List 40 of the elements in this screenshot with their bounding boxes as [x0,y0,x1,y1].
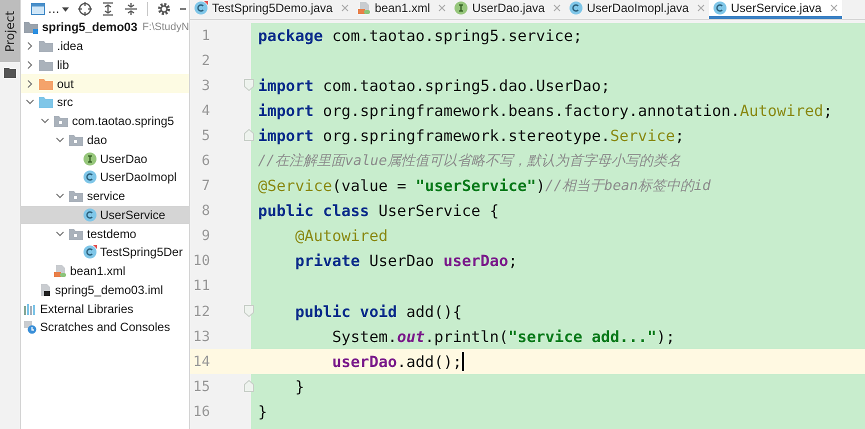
line-number: 7 [200,178,210,194]
line-number: 9 [200,228,210,244]
editor-tab[interactable]: bean1.xml [352,0,450,19]
tree-item[interactable]: bean1.xml [21,262,189,280]
tree-item[interactable]: Scratches and Consoles [21,318,189,337]
line-number: 12 [192,304,210,320]
tree-item[interactable]: src [21,93,189,112]
line-number: 8 [200,203,210,220]
view-selector[interactable]: ... [31,2,70,16]
line-number: 6 [200,153,210,170]
line-number: 10 [192,253,210,270]
line-number: 11 [192,278,210,294]
line-number: 2 [200,52,210,69]
line-number: 16 [192,404,210,420]
tree-item[interactable]: testdemo [21,224,189,243]
line-number: 1 [200,28,210,44]
tree-item[interactable]: out [21,74,189,93]
line-number: 15 [192,378,210,395]
line-number: 14 [192,354,210,370]
line-number: 5 [200,128,210,144]
line-number: 13 [192,328,210,345]
tree-item[interactable]: dao [21,130,189,150]
line-number: 3 [200,78,210,94]
tree-item[interactable]: External Libraries [21,299,189,318]
tree-item[interactable]: service [21,186,189,206]
tree-item[interactable]: com.taotao.spring5 [21,112,189,130]
line-number: 4 [200,102,210,119]
tree-item[interactable]: spring5_demo03.iml [21,280,189,300]
tree-item[interactable]: lib [21,56,189,74]
tree-item[interactable]: UserDaoImopl [21,168,189,187]
editor-tab[interactable]: UserService.java [708,0,842,19]
tree-item[interactable]: TestSpring5Der [21,243,189,262]
project-tool-tab[interactable]: Project [0,0,20,62]
editor-tab[interactable]: UserDaoImopl.java [564,0,709,19]
editor-tab[interactable]: UserDao.java [450,0,565,19]
tree-item[interactable]: .idea [21,36,189,56]
tree-item[interactable]: UserService [21,206,189,224]
tree-item[interactable]: spring5_demo03 F:\StudyN [21,18,189,37]
tree-item[interactable]: UserDao [21,149,189,168]
editor-tab[interactable]: TestSpring5Demo.java [190,0,353,19]
